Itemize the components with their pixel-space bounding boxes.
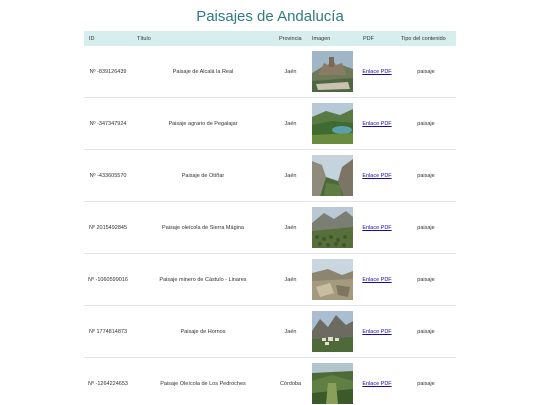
cell-titulo: Paisaje minero de Cástulo - Linares	[132, 253, 274, 306]
pdf-link[interactable]: Enlace PDF	[362, 329, 391, 335]
landscapes-table: ID Título Provincia Imagen PDF Tipo del …	[84, 31, 456, 405]
cell-tipo: paisaje	[396, 305, 456, 358]
cell-tipo: paisaje	[396, 46, 456, 98]
table-body: Nº -839126439 Paisaje de Alcalá la Real …	[84, 46, 456, 405]
cell-imagen	[307, 253, 358, 306]
cell-provincia: Córdoba	[274, 357, 307, 405]
cell-tipo: paisaje	[396, 97, 456, 150]
column-header-tipo: Tipo del contenido	[401, 35, 446, 42]
cell-id: Nº 2015492845	[84, 201, 132, 254]
cell-id: Nº 1774814873	[84, 305, 132, 358]
pdf-link[interactable]: Enlace PDF	[362, 277, 391, 283]
cell-provincia: Jaén	[274, 305, 307, 358]
table-row: Nº -347347924 Paisaje agrario de Pegalaj…	[84, 97, 456, 150]
table-row: Nº 1774814873 Paisaje de Hornos Jaén Enl…	[84, 305, 456, 358]
cell-tipo: paisaje	[396, 201, 456, 254]
cell-id: Nº -347347924	[84, 97, 132, 150]
pdf-link[interactable]: Enlace PDF	[362, 69, 391, 75]
cell-titulo: Paisaje oleícola de Sierra Mágina	[132, 201, 274, 254]
cell-id: Nº -839126439	[84, 46, 132, 98]
landscape-photo	[312, 259, 353, 300]
landscape-photo	[312, 103, 353, 144]
cell-imagen	[307, 46, 358, 98]
cell-titulo: Paisaje de Otíñar	[132, 149, 274, 202]
landscape-photo	[312, 311, 353, 352]
column-header-pdf: PDF	[363, 35, 374, 42]
landscape-photo	[312, 155, 353, 196]
cell-provincia: Jaén	[274, 46, 307, 98]
pdf-link[interactable]: Enlace PDF	[362, 381, 391, 387]
cell-pdf: Enlace PDF	[358, 253, 396, 306]
cell-pdf: Enlace PDF	[358, 46, 396, 98]
column-header-id: ID	[89, 35, 95, 42]
table-header-row: ID Título Provincia Imagen PDF Tipo del …	[84, 31, 456, 46]
cell-imagen	[307, 201, 358, 254]
table-row: Nº -433605570 Paisaje de Otíñar Jaén Enl…	[84, 149, 456, 202]
cell-id: Nº -1264224653	[84, 357, 132, 405]
cell-titulo: Paisaje Oleícola de Los Pedroches	[132, 357, 274, 405]
cell-pdf: Enlace PDF	[358, 305, 396, 358]
cell-pdf: Enlace PDF	[358, 149, 396, 202]
landscape-photo	[312, 363, 353, 404]
page: Paisajes de Andalucía ID Título Provinci…	[0, 0, 540, 405]
cell-pdf: Enlace PDF	[358, 97, 396, 150]
table-row: Nº -1264224653 Paisaje Oleícola de Los P…	[84, 357, 456, 405]
pdf-link[interactable]: Enlace PDF	[362, 121, 391, 127]
column-header-imagen: Imagen	[312, 35, 331, 42]
pdf-link[interactable]: Enlace PDF	[362, 173, 391, 179]
landscape-photo	[312, 51, 353, 92]
cell-imagen	[307, 357, 358, 405]
table-row: Nº -1060599016 Paisaje minero de Cástulo…	[84, 253, 456, 306]
cell-tipo: paisaje	[396, 253, 456, 306]
cell-imagen	[307, 149, 358, 202]
landscape-photo	[312, 207, 353, 248]
cell-provincia: Jaén	[274, 149, 307, 202]
column-header-provincia: Provincia	[279, 35, 302, 42]
cell-id: Nº -1060599016	[84, 253, 132, 306]
cell-provincia: Jaén	[274, 253, 307, 306]
cell-pdf: Enlace PDF	[358, 201, 396, 254]
cell-titulo: Paisaje de Alcalá la Real	[132, 46, 274, 98]
cell-titulo: Paisaje de Hornos	[132, 305, 274, 358]
cell-titulo: Paisaje agrario de Pegalajar	[132, 97, 274, 150]
cell-tipo: paisaje	[396, 149, 456, 202]
table-row: Nº 2015492845 Paisaje oleícola de Sierra…	[84, 201, 456, 254]
pdf-link[interactable]: Enlace PDF	[362, 225, 391, 231]
cell-id: Nº -433605570	[84, 149, 132, 202]
cell-provincia: Jaén	[274, 201, 307, 254]
cell-tipo: paisaje	[396, 357, 456, 405]
cell-imagen	[307, 97, 358, 150]
cell-pdf: Enlace PDF	[358, 357, 396, 405]
table-row: Nº -839126439 Paisaje de Alcalá la Real …	[84, 46, 456, 98]
cell-provincia: Jaén	[274, 97, 307, 150]
column-header-titulo: Título	[137, 35, 151, 42]
cell-imagen	[307, 305, 358, 358]
page-title: Paisajes de Andalucía	[196, 8, 344, 25]
